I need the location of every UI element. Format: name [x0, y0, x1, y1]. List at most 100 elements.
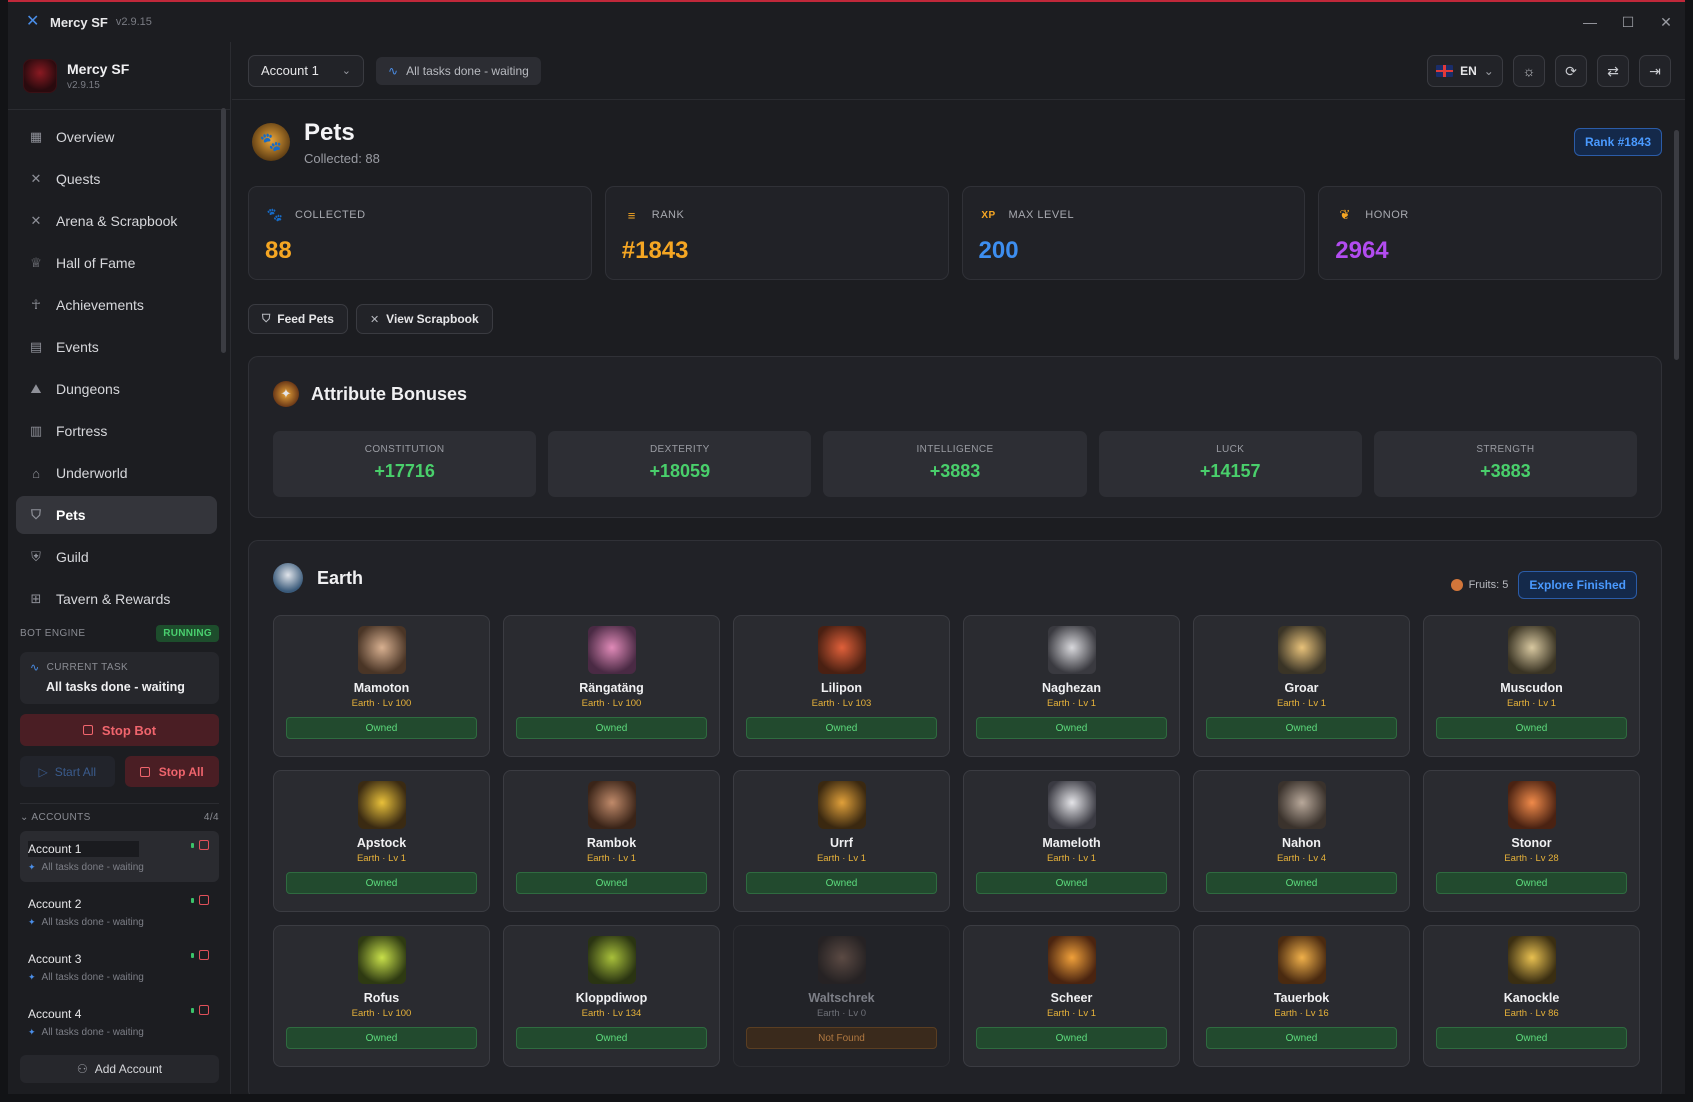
pet-grid: Mamoton Earth · Lv 100 Owned Rängatäng Earth… [273, 615, 1640, 1067]
pet-card[interactable]: Rambok Earth · Lv 1 Owned [503, 770, 720, 912]
pet-card[interactable]: Mamoton Earth · Lv 100 Owned [273, 615, 490, 757]
stop-account-icon[interactable] [199, 840, 209, 850]
pet-card[interactable]: Tauerbok Earth · Lv 16 Owned [1193, 925, 1410, 1067]
logout-button[interactable]: ⇥ [1639, 55, 1671, 87]
swords-icon: ✕ [30, 213, 42, 228]
stop-account-icon[interactable] [199, 1005, 209, 1015]
activity-icon: ✦ [28, 862, 36, 872]
pet-name: Mamoton [353, 681, 410, 695]
stat-label: COLLECTED [295, 209, 366, 221]
sidebar-item-events[interactable]: ▤ Events [16, 328, 217, 366]
stop-all-button[interactable]: Stop All [124, 756, 219, 787]
pet-card[interactable]: Rängatäng Earth · Lv 100 Owned [503, 615, 720, 757]
stop-account-icon[interactable] [199, 895, 209, 905]
sidebar-item-underworld[interactable]: ⌂ Underworld [16, 454, 217, 492]
sidebar-item-hall-of-fame[interactable]: ♕ Hall of Fame [16, 244, 217, 282]
window-controls: — ☐ ✕ [1571, 2, 1685, 42]
pet-portrait-icon [817, 626, 866, 674]
window-title: Mercy SF [50, 14, 108, 30]
sidebar-item-arena-scrapbook[interactable]: ✕ Arena & Scrapbook [16, 202, 217, 240]
account-status-text: All tasks done - waiting [41, 972, 144, 983]
pet-card[interactable]: Urrf Earth · Lv 1 Owned [733, 770, 950, 912]
language-select[interactable]: EN ⌄ [1427, 55, 1503, 87]
pet-status-badge: Owned [286, 872, 477, 894]
sidebar-item-pets[interactable]: ⛉ Pets [16, 496, 217, 534]
pet-status-badge: Owned [516, 872, 707, 894]
pet-card[interactable]: Apstock Earth · Lv 1 Owned [273, 770, 490, 912]
account-item[interactable]: Account 4 ✦ All tasks done - waiting [20, 996, 219, 1047]
account-select[interactable]: Account 1 ⌄ [248, 54, 364, 87]
view-scrapbook-button[interactable]: ✕ View Scrapbook [355, 304, 493, 334]
account-status-text: All tasks done - waiting [41, 917, 144, 928]
sync-button[interactable]: ⇄ [1597, 55, 1629, 87]
pet-level: Earth · Lv 1 [1276, 698, 1327, 709]
sidebar-item-quests[interactable]: ✕ Quests [16, 160, 217, 198]
sidebar-item-tavern-rewards[interactable]: ⊞ Tavern & Rewards [16, 580, 217, 612]
start-all-button[interactable]: ▷ Start All [20, 756, 115, 787]
account-item[interactable]: Account 3 ✦ All tasks done - waiting [20, 941, 219, 992]
sidebar-item-fortress[interactable]: ▥ Fortress [16, 412, 217, 450]
refresh-button[interactable]: ⟳ [1555, 55, 1587, 87]
pet-card[interactable]: Rofus Earth · Lv 100 Owned [273, 925, 490, 1067]
pet-level: Earth · Lv 103 [811, 698, 872, 709]
current-task-card: ∿ CURRENT TASK All tasks done - waiting [20, 652, 219, 704]
account-item[interactable]: Account 1 ✦ All tasks done - waiting [20, 831, 219, 882]
pet-status-badge: Owned [976, 1027, 1167, 1049]
fortress-icon: ▥ [29, 423, 43, 438]
uk-flag-icon [1436, 65, 1454, 77]
pet-portrait-icon [357, 936, 406, 984]
accounts-header[interactable]: ⌄ ACCOUNTS 4/4 [20, 803, 219, 823]
sidebar-item-guild[interactable]: ⛨ Guild [16, 538, 217, 576]
pet-name: Rofus [363, 991, 400, 1005]
pet-card[interactable]: Muscudon Earth · Lv 1 Owned [1423, 615, 1640, 757]
pet-card[interactable]: Nahon Earth · Lv 4 Owned [1193, 770, 1410, 912]
account-item[interactable]: Account 2 ✦ All tasks done - waiting [20, 886, 219, 937]
sun-icon: ☼ [1522, 63, 1536, 79]
pet-level: Earth · Lv 1 [1046, 853, 1097, 864]
sidebar-item-overview[interactable]: ▦ Overview [16, 118, 217, 156]
sidebar-item-label: Fortress [56, 423, 108, 439]
stop-bot-button[interactable]: Stop Bot [20, 714, 219, 746]
pet-card[interactable]: Kloppdiwop Earth · Lv 134 Owned [503, 925, 720, 1067]
pet-status-badge: Owned [286, 1027, 477, 1049]
pet-level: Earth · Lv 1 [816, 853, 867, 864]
pet-card[interactable]: Mameloth Earth · Lv 1 Owned [963, 770, 1180, 912]
pet-name: Rambok [586, 836, 637, 850]
pet-card[interactable]: Kanockle Earth · Lv 86 Owned [1423, 925, 1640, 1067]
pet-card[interactable]: Stonor Earth · Lv 28 Owned [1423, 770, 1640, 912]
pet-card[interactable]: Lilipon Earth · Lv 103 Owned [733, 615, 950, 757]
pet-name: Lilipon [821, 681, 862, 695]
pet-portrait-icon [1277, 626, 1326, 674]
sidebar-item-achievements[interactable]: ☥ Achievements [16, 286, 217, 324]
pet-name: Naghezan [1041, 681, 1102, 695]
pet-card[interactable]: Groar Earth · Lv 1 Owned [1193, 615, 1410, 757]
stop-account-icon[interactable] [199, 950, 209, 960]
add-user-icon: ⚇ [76, 1062, 88, 1076]
pet-card[interactable]: Scheer Earth · Lv 1 Owned [963, 925, 1180, 1067]
pet-card[interactable]: Naghezan Earth · Lv 1 Owned [963, 615, 1180, 757]
pet-name: Stonor [1511, 836, 1552, 850]
sidebar-item-label: Overview [56, 129, 115, 145]
pet-status-badge: Owned [1436, 1027, 1627, 1049]
main-scrollbar[interactable] [1674, 130, 1679, 360]
stat-card-max-level: XP MAX LEVEL 200 [961, 186, 1306, 280]
title-bar: ✕ Mercy SF v2.9.15 — ☐ ✕ [8, 2, 1685, 42]
maximize-icon[interactable]: ☐ [1609, 2, 1647, 42]
current-task-value: All tasks done - waiting [46, 680, 185, 694]
stat-label: MAX LEVEL [1008, 209, 1075, 221]
sidebar-item-dungeons[interactable]: ⛰ Dungeons [16, 370, 217, 408]
add-account-button[interactable]: ⚇ Add Account [20, 1055, 219, 1083]
pet-card[interactable]: Waltschrek Earth · Lv 0 Not Found [733, 925, 950, 1067]
pet-portrait-icon [1047, 626, 1096, 674]
stat-value: 88 [265, 237, 292, 264]
fruits-label: Fruits: 5 [1468, 579, 1509, 591]
start-all-label: Start All [54, 764, 97, 779]
sidebar: Mercy SF v2.9.15 ▦ Overview ✕ Quests ✕ Arena … [8, 42, 231, 1094]
theme-toggle-button[interactable]: ☼ [1513, 55, 1545, 87]
pet-level: Earth · Lv 100 [351, 1008, 412, 1019]
stop-bot-label: Stop Bot [101, 722, 157, 738]
feed-pets-button[interactable]: ⛉ Feed Pets [248, 304, 348, 334]
attribute-constitution: CONSTITUTION +17716 [273, 431, 537, 497]
close-icon[interactable]: ✕ [1647, 2, 1685, 42]
minimize-icon[interactable]: — [1571, 2, 1609, 42]
